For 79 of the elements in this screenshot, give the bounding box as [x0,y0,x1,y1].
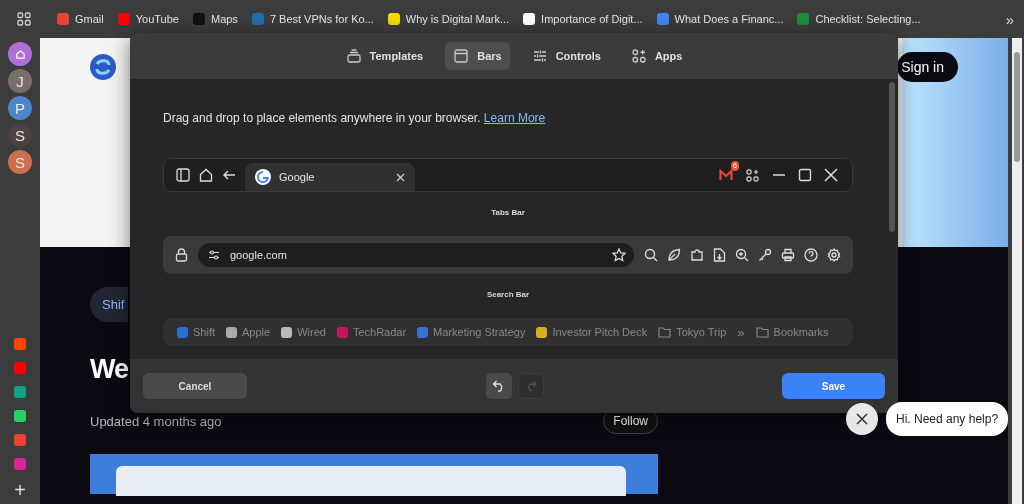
maximize-icon[interactable] [798,168,812,182]
bookmark-folder[interactable]: Bookmarks [773,326,829,338]
apps-grid-icon[interactable] [17,12,31,26]
add-app-button[interactable]: + [14,482,26,498]
stack-icon [345,48,362,64]
logo-icon [90,54,116,80]
undo-button[interactable] [485,373,512,399]
dialog-scrollbar[interactable] [889,82,895,232]
settings-icon[interactable] [827,248,841,262]
dialog-tab[interactable]: Templates [337,42,432,70]
app-icon[interactable] [14,410,26,422]
save-button[interactable]: Save [782,373,885,399]
bookmark-link[interactable]: Why is Digital Mark... [405,13,510,25]
sidebar-icon [176,168,190,182]
instruction-text: Drag and drop to place elements anywhere in your browser. [163,111,481,125]
zoom-in-icon[interactable] [735,248,749,262]
dialog-tab[interactable]: Bars [445,42,510,70]
folder-icon [658,326,672,338]
bookmark-folder[interactable]: Tokyo Trip [676,326,727,338]
address-field[interactable]: google.com [198,243,634,267]
bookmark-link[interactable]: What Does a Financ... [674,13,784,25]
tabs-bar-caption: Tabs Bar [490,208,526,217]
close-icon[interactable] [396,172,405,182]
close-icon[interactable] [824,168,838,182]
bookmark-link[interactable]: 7 Best VPNs for Ko... [269,13,374,25]
bookmarks-bar-preview[interactable]: Shift Apple Wired TechRadar Marketing Strategy Investor Pitch Deck Tokyo Trip » Bookmarks [163,318,853,346]
article-heading: We [90,353,128,386]
bookmark-link[interactable]: Importance of Digit... [541,13,643,25]
mail-icon[interactable] [719,169,733,181]
bookmark-link[interactable]: YouTube [135,13,179,25]
bookmark-link[interactable]: TechRadar [352,326,407,338]
cancel-button[interactable]: Cancel [143,373,247,399]
bookmark-link[interactable]: Checklist: Selecting... [815,13,921,25]
settings-sliders-icon[interactable] [208,249,220,261]
star-icon[interactable] [612,248,626,262]
browser-tab[interactable]: Google [245,163,415,191]
bookmark-link[interactable]: Gmail [75,13,104,25]
bookmark-link[interactable]: Apple [242,326,271,338]
close-icon [856,413,868,425]
home-icon [14,48,26,60]
google-icon [255,169,271,185]
profile-avatar[interactable]: J [8,69,32,93]
search-bar-preview[interactable]: google.com [163,236,853,274]
app-icon[interactable] [14,386,26,398]
app-icon[interactable] [14,434,26,446]
search-icon[interactable] [644,248,658,262]
learn-more-link[interactable]: Learn More [483,111,546,125]
add-app-icon[interactable] [745,167,760,183]
more-bookmarks-button[interactable]: » [737,324,745,340]
back-arrow-icon [222,168,236,182]
window-icon [453,48,470,64]
bookmark-link[interactable]: Maps [210,13,238,25]
sliders-icon [531,48,548,64]
sign-in-button[interactable]: Sign in [897,52,958,82]
add-app-icon [630,48,647,64]
bookmark-link[interactable]: Investor Pitch Deck [552,326,648,338]
key-icon[interactable] [758,248,772,262]
bookmark-link[interactable]: Marketing Strategy [433,326,526,338]
printer-icon[interactable] [781,248,795,262]
dialog-tab[interactable]: Apps [622,42,691,70]
home-icon [199,168,213,182]
category-pill[interactable]: Shif [90,287,129,322]
app-icon[interactable] [14,338,26,350]
document-download-icon[interactable] [713,248,726,262]
home-space-button[interactable] [8,42,32,66]
folder-icon [755,326,769,338]
chat-bubble[interactable]: Hi. Need any help? [886,402,1009,436]
more-bookmarks-button[interactable]: » [1005,10,1014,28]
bookmark-link[interactable]: Wired [297,326,326,338]
help-icon[interactable] [804,248,818,262]
page-scrollbar[interactable] [1012,38,1022,504]
dialog-tab[interactable]: Controls [523,42,609,70]
bookmark-link[interactable]: Shift [193,326,215,338]
updated-text: Updated 4 months ago [90,413,222,429]
profile-avatar[interactable]: S [8,123,32,147]
app-icon[interactable] [14,362,26,374]
leaf-icon[interactable] [667,248,681,262]
search-bar-caption: Search Bar [485,290,531,299]
lock-icon [175,248,188,262]
